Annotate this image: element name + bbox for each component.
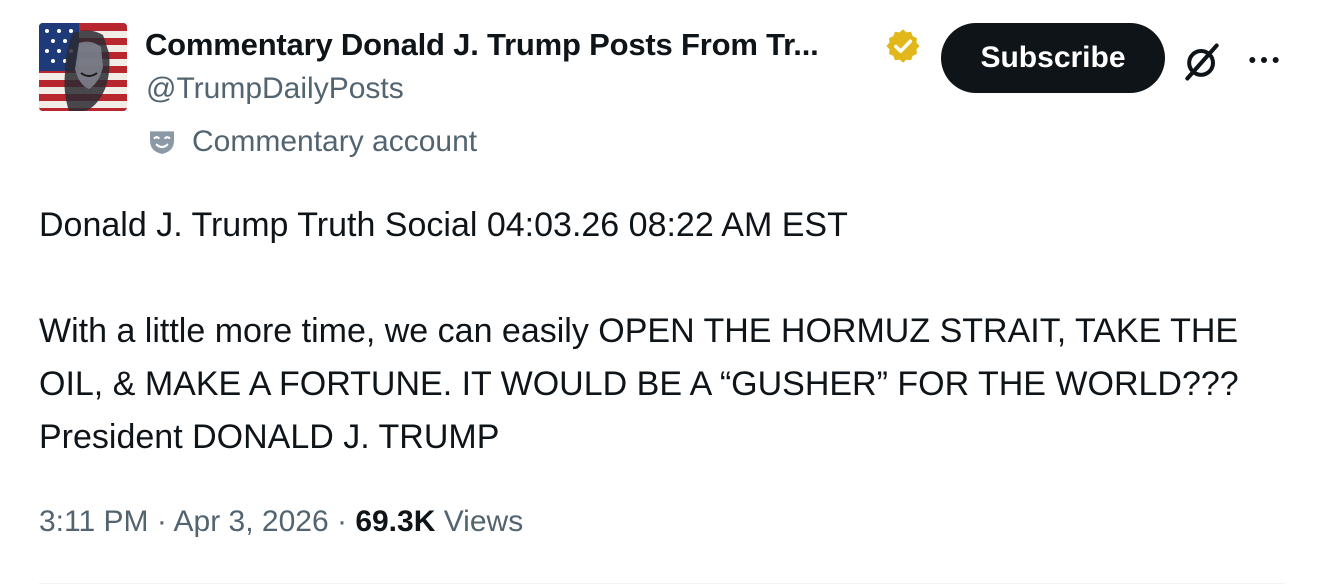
- views-count[interactable]: 69.3K: [355, 505, 435, 538]
- meta-separator: ·: [328, 505, 356, 538]
- tweet-meta: 3:11 PM · Apr 3, 2026 · 69.3K Views: [39, 500, 523, 544]
- avatar[interactable]: [39, 23, 127, 111]
- more-options-icon[interactable]: [1244, 40, 1284, 80]
- divider: [39, 583, 1284, 584]
- commentary-label-text: Commentary account: [192, 125, 478, 158]
- author-handle[interactable]: @TrumpDailyPosts: [146, 70, 404, 108]
- avatar-image: [39, 23, 127, 111]
- subscribe-button[interactable]: Subscribe: [941, 23, 1165, 93]
- tweet-date[interactable]: Apr 3, 2026: [174, 505, 329, 538]
- meta-separator: ·: [148, 505, 174, 538]
- verified-badge-icon[interactable]: [884, 27, 922, 65]
- tweet-body: With a little more time, we can easily O…: [39, 312, 1239, 456]
- author-display-name[interactable]: Commentary Donald J. Trump Posts From Tr…: [145, 26, 867, 64]
- views-label: Views: [443, 505, 524, 538]
- commentary-mask-icon: [150, 131, 174, 154]
- commentary-account-label: Commentary account: [146, 122, 477, 162]
- grok-icon[interactable]: [1180, 40, 1224, 84]
- tweet-header-line: Donald J. Trump Truth Social 04:03.26 08…: [39, 206, 848, 244]
- tweet-time[interactable]: 3:11 PM: [39, 505, 149, 538]
